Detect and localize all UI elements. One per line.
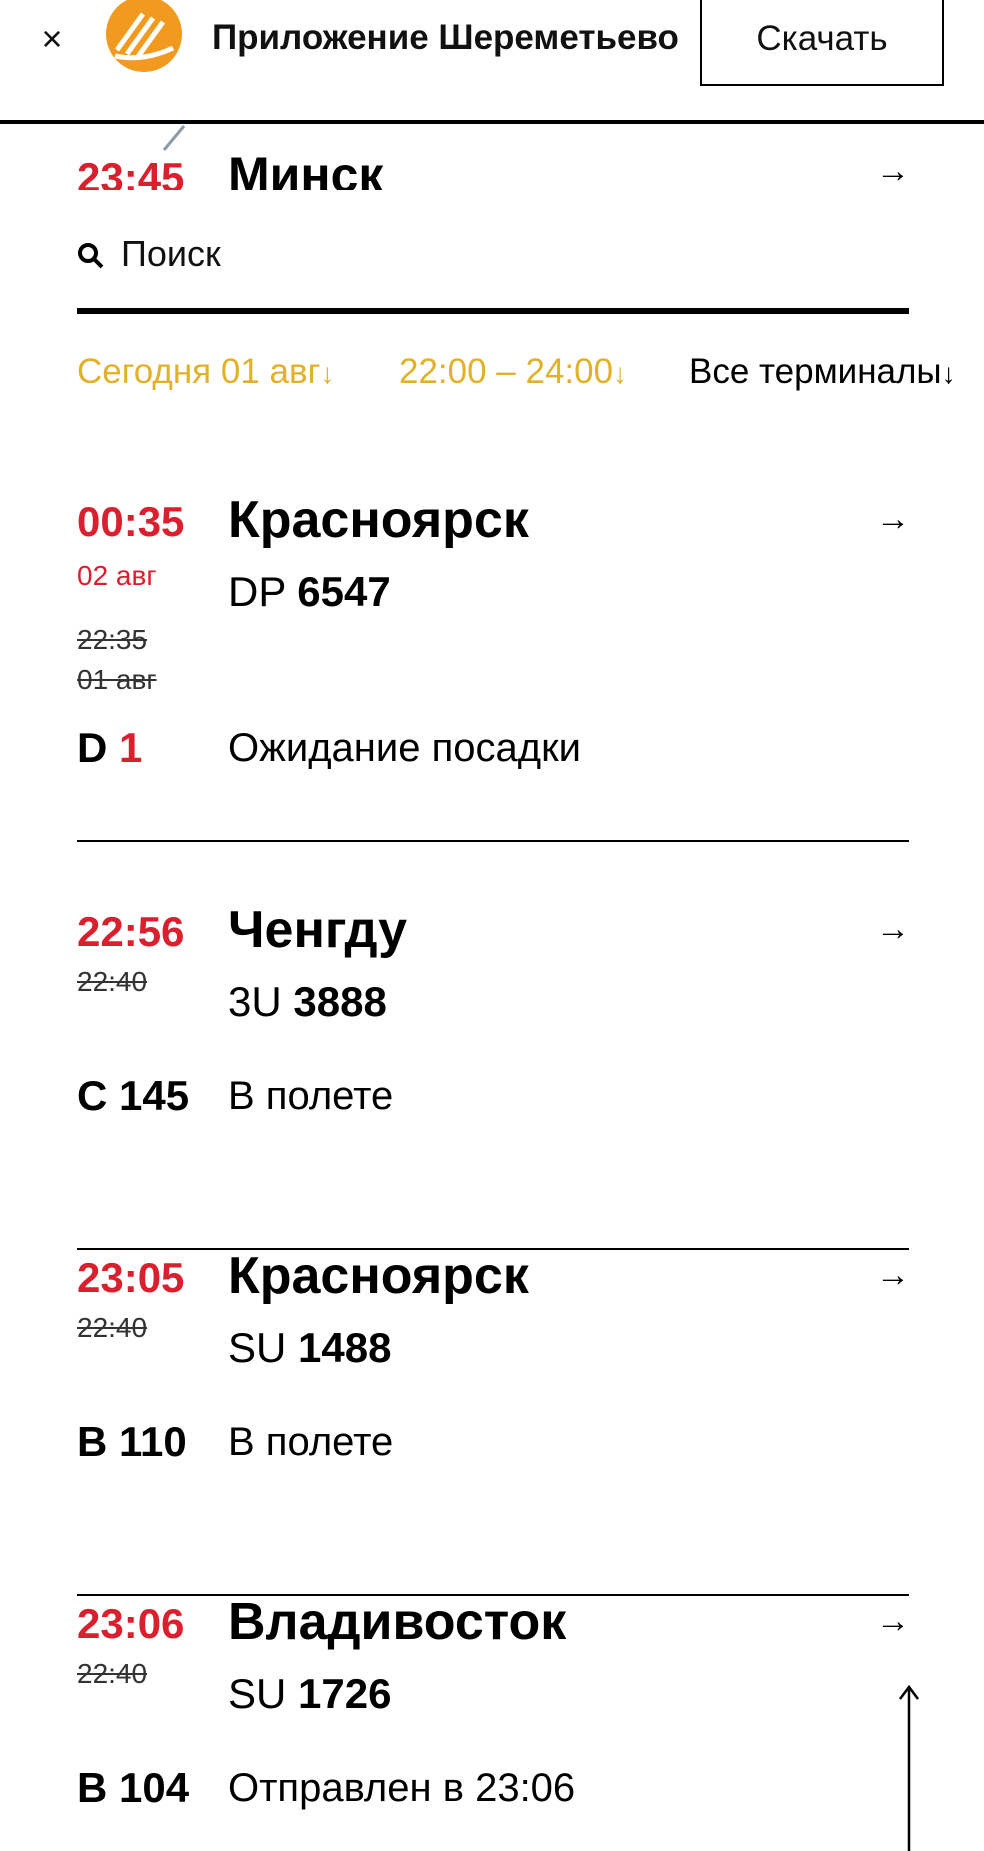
flight-status: В полете [228, 1420, 394, 1464]
flight-status: Отправлен в 23:06 [228, 1766, 576, 1810]
flight-time: 23:05 [77, 1254, 185, 1301]
flight-row-partial[interactable]: 23:45 Минск → [0, 124, 984, 190]
flight-time: 22:56 [77, 908, 185, 955]
date-filter-label: Сегодня 01 авг [77, 352, 321, 391]
flight-number: DP 6547 [228, 568, 391, 616]
flight-num: 3888 [293, 978, 387, 1025]
arrow-right-icon[interactable]: → [876, 1256, 910, 1295]
terminal-filter[interactable]: Все терминалы↓ [689, 352, 956, 392]
airline-code: SU [228, 1670, 287, 1717]
close-banner-button[interactable]: × [36, 14, 68, 64]
flight-row[interactable]: 23:06 22:40 Владивосток SU 1726 → B 104 … [0, 1593, 984, 1851]
time-range-filter-label: 22:00 – 24:00 [399, 352, 614, 391]
flight-destination: Ченгду [228, 901, 408, 959]
arrow-right-icon[interactable]: → [876, 500, 910, 539]
flight-number: SU 1726 [228, 1670, 391, 1718]
gate-label: C 145 [77, 1072, 190, 1119]
flight-num: 1488 [298, 1324, 392, 1371]
scheduled-time: 22:40 [77, 966, 148, 997]
flight-destination: Владивосток [228, 1593, 567, 1651]
flight-time: 23:06 [77, 1600, 185, 1647]
date-filter[interactable]: Сегодня 01 авг↓ [77, 352, 334, 392]
arrow-right-icon[interactable]: → [876, 152, 910, 190]
search-input[interactable] [121, 228, 881, 280]
app-title: Приложение Шереметьево [212, 18, 679, 57]
scheduled-date: 01 авг [77, 664, 157, 695]
flight-destination: Минск [228, 147, 384, 190]
row-divider [77, 840, 909, 842]
arrow-down-icon: ↓ [941, 358, 956, 389]
search-icon [78, 243, 104, 269]
download-button[interactable]: Скачать [700, 0, 944, 86]
app-banner: × Приложение Шереметьево Скачать [0, 0, 984, 124]
flight-time: 00:35 [77, 498, 185, 545]
search-bar [77, 222, 909, 314]
gate-label: D 1 [77, 724, 142, 772]
gate-label: B 104 [77, 1764, 190, 1811]
airline-code: SU [228, 1324, 287, 1371]
gate-number: 1 [119, 724, 143, 771]
flight-row[interactable]: 23:05 22:40 Красноярск SU 1488 → B 110 В… [0, 1247, 984, 1596]
airline-code: DP [228, 568, 286, 615]
arrow-down-icon: ↓ [320, 358, 335, 389]
gate-letter: D [77, 724, 108, 771]
scheduled-time: 22:40 [77, 1312, 148, 1343]
scheduled-time: 22:40 [77, 1658, 148, 1689]
flight-time: 23:45 [77, 154, 185, 190]
flight-status: В полете [228, 1074, 394, 1118]
scheduled-time: 22:35 [77, 624, 148, 655]
airline-code: 3U [228, 978, 282, 1025]
flight-num: 1726 [298, 1670, 392, 1717]
flight-date: 02 авг [77, 560, 157, 591]
flight-destination: Красноярск [228, 491, 529, 549]
time-range-filter[interactable]: 22:00 – 24:00↓ [399, 352, 627, 392]
arrow-right-icon[interactable]: → [876, 910, 910, 949]
flight-row[interactable]: 22:56 22:40 Ченгду 3U 3888 → C 145 В пол… [0, 901, 984, 1250]
flight-number: SU 1488 [228, 1324, 391, 1372]
arrow-right-icon[interactable]: → [876, 1602, 910, 1641]
flight-status: Ожидание посадки [228, 726, 581, 770]
scroll-to-top-arrow-icon[interactable] [896, 1683, 922, 1851]
flight-destination: Красноярск [228, 1247, 529, 1305]
flight-num: 6547 [297, 568, 391, 615]
flight-number: 3U 3888 [228, 978, 387, 1026]
flight-row[interactable]: 00:35 02 авг 22:35 01 авг Красноярск DP … [0, 491, 984, 842]
sheremetyevo-logo-icon [106, 0, 182, 72]
scribble-mark-icon [162, 125, 186, 151]
gate-label: B 110 [77, 1418, 187, 1465]
arrow-down-icon: ↓ [613, 358, 628, 389]
terminal-filter-label: Все терминалы [689, 352, 942, 391]
